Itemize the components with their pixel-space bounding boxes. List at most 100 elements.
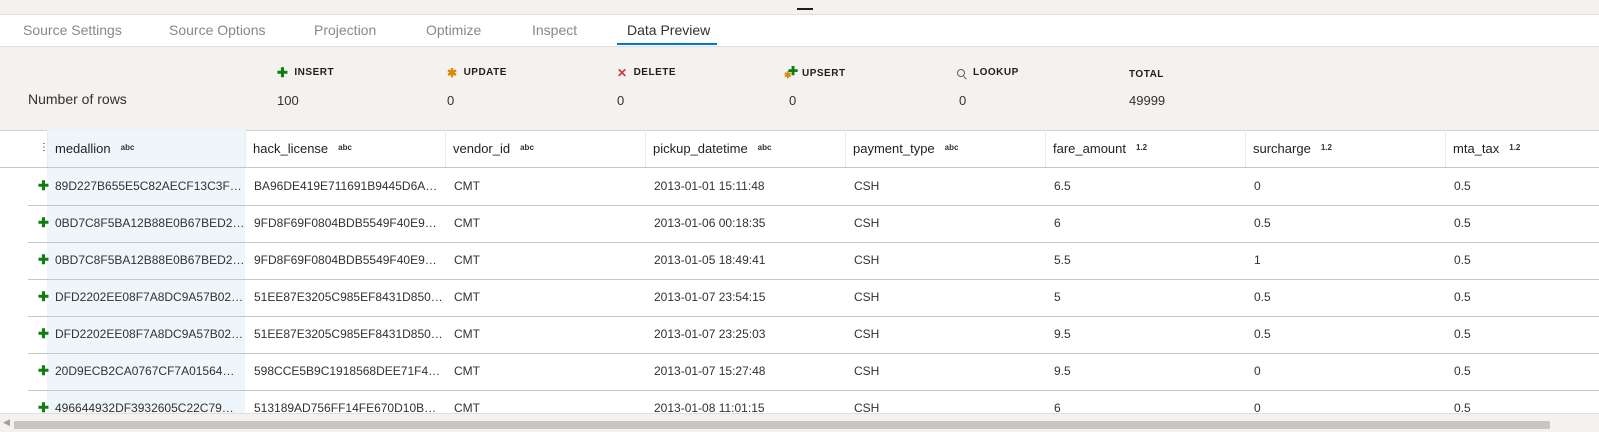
cell-hack-license: 598CCE5B9C1918568DEE71F4… bbox=[254, 364, 441, 378]
cell-vendor-id: CMT bbox=[454, 327, 480, 341]
lookup-count: 0 bbox=[959, 93, 967, 108]
total-count: 49999 bbox=[1129, 93, 1166, 108]
active-tab-indicator bbox=[617, 43, 717, 45]
column-header-hack-license[interactable]: hack_license abc bbox=[245, 130, 445, 167]
update-stat-header: ✱ UPDATE bbox=[447, 65, 507, 80]
cell-pickup-datetime: 2013-01-07 23:25:03 bbox=[654, 327, 766, 341]
horizontal-scrollbar-thumb[interactable] bbox=[14, 421, 1550, 429]
scroll-left-arrow-icon[interactable]: ◀ bbox=[3, 417, 10, 428]
cell-vendor-id: CMT bbox=[454, 179, 480, 193]
cell-medallion: 0BD7C8F5BA12B88E0B67BED2… bbox=[55, 253, 245, 267]
table-row[interactable]: ✚ 20D9ECB2CA0767CF7A01564… 598CCE5B9C19185… bbox=[28, 353, 1599, 391]
tab-source-settings[interactable]: Source Settings bbox=[23, 22, 122, 38]
cell-hack-license: 513189AD756FF14FE670D10B… bbox=[254, 401, 437, 413]
cell-pickup-datetime: 2013-01-01 15:11:48 bbox=[654, 179, 765, 193]
insert-plus-icon: ✚ bbox=[38, 326, 49, 341]
cell-vendor-id: CMT bbox=[454, 253, 480, 267]
cell-surcharge: 0 bbox=[1254, 364, 1261, 378]
cell-fare-amount: 6.5 bbox=[1054, 179, 1071, 193]
horizontal-scrollbar[interactable]: ◀ bbox=[0, 413, 1599, 432]
cell-payment-type: CSH bbox=[854, 290, 880, 304]
insert-plus-icon: ✚ bbox=[277, 64, 289, 80]
cell-surcharge: 0 bbox=[1254, 401, 1261, 413]
column-header-fare-amount[interactable]: fare_amount 1.2 bbox=[1045, 130, 1245, 167]
cell-pickup-datetime: 2013-01-07 23:54:15 bbox=[654, 290, 766, 304]
panel-resize-handle[interactable] bbox=[797, 8, 813, 10]
cell-fare-amount: 9.5 bbox=[1054, 364, 1071, 378]
tab-source-options[interactable]: Source Options bbox=[169, 22, 266, 38]
row-count-summary: Number of rows ✚ INSERT 100 ✱ UPDATE 0 ✕… bbox=[0, 47, 1599, 131]
insert-plus-icon: ✚ bbox=[38, 252, 49, 267]
data-preview-grid: ⋮ medallion abc hack_license abc vendor_… bbox=[0, 130, 1599, 413]
table-row[interactable]: ✚ DFD2202EE08F7A8DC9A57B02… 51EE87E3205C98… bbox=[28, 316, 1599, 354]
cell-pickup-datetime: 2013-01-07 15:27:48 bbox=[654, 364, 766, 378]
table-row[interactable]: ✚ 0BD7C8F5BA12B88E0B67BED2… 9FD8F69F0804BD… bbox=[28, 242, 1599, 280]
tab-inspect[interactable]: Inspect bbox=[532, 22, 577, 38]
column-header-vendor-id[interactable]: vendor_id abc bbox=[445, 130, 645, 167]
insert-plus-icon: ✚ bbox=[38, 289, 49, 304]
column-header-mta-tax[interactable]: mta_tax 1.2 bbox=[1445, 130, 1599, 167]
column-header-surcharge[interactable]: surcharge 1.2 bbox=[1245, 130, 1445, 167]
cell-mta-tax: 0.5 bbox=[1454, 327, 1471, 341]
lookup-search-icon bbox=[957, 68, 965, 77]
upsert-icon: ✱ ✚ bbox=[784, 64, 799, 80]
cell-hack-license: 51EE87E3205C985EF8431D850… bbox=[254, 290, 443, 304]
decimal-type-icon: 1.2 bbox=[1136, 143, 1148, 152]
cell-hack-license: 9FD8F69F0804BDB5549F40E9… bbox=[254, 216, 437, 230]
tab-bar: Source Settings Source Options Projectio… bbox=[0, 14, 1599, 47]
cell-surcharge: 0.5 bbox=[1254, 327, 1271, 341]
cell-vendor-id: CMT bbox=[454, 216, 480, 230]
lookup-stat-header: LOOKUP bbox=[957, 67, 1019, 78]
cell-fare-amount: 6 bbox=[1054, 401, 1061, 413]
cell-vendor-id: CMT bbox=[454, 290, 480, 304]
column-header-medallion[interactable]: medallion abc bbox=[47, 130, 245, 167]
cell-mta-tax: 0.5 bbox=[1454, 179, 1471, 193]
cell-surcharge: 0.5 bbox=[1254, 290, 1271, 304]
cell-pickup-datetime: 2013-01-08 11:01:15 bbox=[654, 401, 765, 413]
string-type-icon: abc bbox=[120, 143, 135, 152]
column-header-payment-type[interactable]: payment_type abc bbox=[845, 130, 1045, 167]
update-star-icon: ✱ bbox=[447, 65, 458, 80]
cell-vendor-id: CMT bbox=[454, 364, 480, 378]
cell-medallion: 0BD7C8F5BA12B88E0B67BED2… bbox=[55, 216, 245, 230]
cell-payment-type: CSH bbox=[854, 401, 880, 413]
delete-stat-header: ✕ DELETE bbox=[617, 65, 677, 80]
table-row[interactable]: ✚ DFD2202EE08F7A8DC9A57B02… 51EE87E3205C98… bbox=[28, 279, 1599, 317]
cell-payment-type: CSH bbox=[854, 253, 880, 267]
update-count: 0 bbox=[447, 93, 455, 108]
string-type-icon: abc bbox=[757, 143, 772, 152]
table-row[interactable]: ✚ 89D227B655E5C82AECF13C3F… BA96DE419E7116… bbox=[28, 168, 1599, 206]
upsert-count: 0 bbox=[789, 93, 797, 108]
cell-mta-tax: 0.5 bbox=[1454, 253, 1471, 267]
string-type-icon: abc bbox=[520, 143, 534, 152]
cell-mta-tax: 0.5 bbox=[1454, 290, 1471, 304]
cell-pickup-datetime: 2013-01-05 18:49:41 bbox=[654, 253, 766, 267]
cell-payment-type: CSH bbox=[854, 216, 880, 230]
cell-fare-amount: 5 bbox=[1054, 290, 1061, 304]
insert-plus-icon: ✚ bbox=[38, 400, 49, 413]
string-type-icon: abc bbox=[338, 143, 352, 152]
cell-mta-tax: 0.5 bbox=[1454, 401, 1471, 413]
tab-data-preview[interactable]: Data Preview bbox=[627, 22, 710, 38]
table-row[interactable]: ✚ 496644932DF3932605C22C79… 513189AD756FF1… bbox=[28, 390, 1599, 413]
insert-plus-icon: ✚ bbox=[38, 363, 49, 378]
cell-fare-amount: 5.5 bbox=[1054, 253, 1071, 267]
insert-count: 100 bbox=[277, 93, 299, 108]
cell-payment-type: CSH bbox=[854, 179, 880, 193]
cell-hack-license: 51EE87E3205C985EF8431D850… bbox=[254, 327, 443, 341]
cell-mta-tax: 0.5 bbox=[1454, 364, 1471, 378]
column-header-pickup-datetime[interactable]: pickup_datetime abc bbox=[645, 130, 845, 167]
cell-hack-license: 9FD8F69F0804BDB5549F40E9… bbox=[254, 253, 437, 267]
upsert-stat-header: ✱ ✚ UPSERT bbox=[784, 64, 846, 80]
insert-plus-icon: ✚ bbox=[38, 215, 49, 230]
tab-projection[interactable]: Projection bbox=[314, 22, 376, 38]
tab-optimize[interactable]: Optimize bbox=[426, 22, 481, 38]
string-type-icon: abc bbox=[944, 143, 959, 152]
table-row[interactable]: ✚ 0BD7C8F5BA12B88E0B67BED2… 9FD8F69F0804BD… bbox=[28, 205, 1599, 243]
cell-payment-type: CSH bbox=[854, 327, 880, 341]
cell-fare-amount: 9.5 bbox=[1054, 327, 1071, 341]
panel-top-bar bbox=[0, 0, 1599, 15]
cell-payment-type: CSH bbox=[854, 364, 880, 378]
cell-vendor-id: CMT bbox=[454, 401, 480, 413]
cell-medallion: 89D227B655E5C82AECF13C3F… bbox=[55, 179, 242, 193]
